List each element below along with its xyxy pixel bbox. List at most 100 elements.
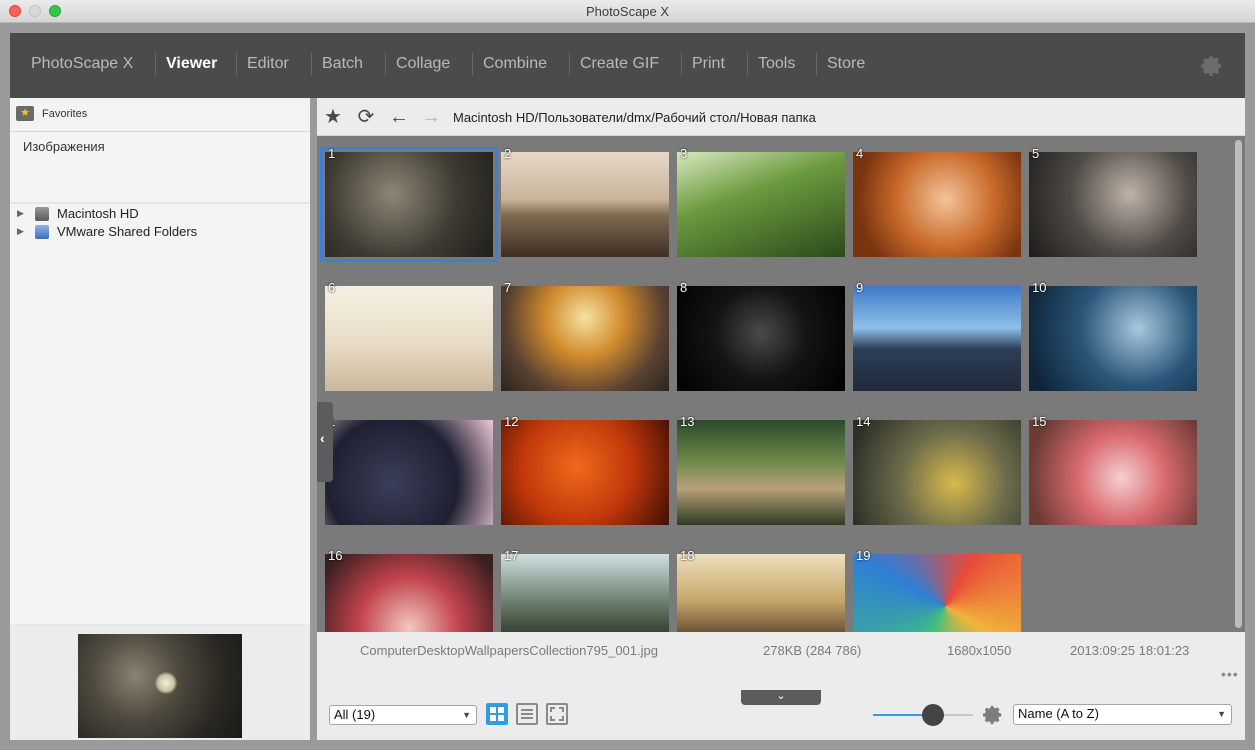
photo-thumbnail[interactable] [1029,152,1197,257]
menu-separator [311,53,312,75]
photo-thumbnail[interactable] [677,152,845,257]
app-window: PhotoScape X PhotoScape X Viewer Editor Bat… [0,0,1255,750]
photo-thumbnail[interactable] [677,554,845,632]
collapse-sidebar-button[interactable]: ‹ [317,402,333,482]
window-title: PhotoScape X [585,4,670,19]
preview-image [78,634,242,738]
bottom-toolbar: ⌄ All (19) ▼ Name (A to Z) ▼ [317,690,1245,740]
photo-thumbnail[interactable] [325,286,493,391]
grid-view-button[interactable] [486,703,508,725]
sidebar: ★ Favorites Изображения ▶ Macintosh HD ▶… [10,98,310,740]
photo-thumbnail[interactable] [325,420,493,525]
browser-toolbar: ★ ⟳ ← → Macintosh HD/Пользователи/dmx/Ра… [317,98,1245,136]
thumbnail-number: 10 [1032,280,1047,295]
menu-tab-batch[interactable]: Batch [322,33,363,98]
slider-knob[interactable] [922,704,944,726]
thumbnail-number: 15 [1032,414,1047,429]
thumbnail-number: 6 [328,280,336,295]
more-options-icon[interactable]: ••• [1221,666,1239,682]
chevron-left-icon: ‹ [320,430,325,446]
title-bar[interactable]: PhotoScape X [0,0,1255,23]
image-dimensions: 1680x1050 [947,643,1012,658]
photo-thumbnail[interactable] [501,152,669,257]
menu-tab-tools[interactable]: Tools [758,33,795,98]
photo-thumbnail[interactable] [853,286,1021,391]
menu-separator [385,53,386,75]
main-menu-bar: PhotoScape X Viewer Editor Batch Collage Comb… [10,33,1245,98]
favorites-header: ★ Favorites [10,98,310,132]
chevron-down-icon: ▼ [462,710,471,720]
thumbnail-number: 17 [504,548,519,563]
thumbnail-number: 14 [856,414,871,429]
photo-thumbnail[interactable] [853,420,1021,525]
photo-thumbnail[interactable] [325,554,493,632]
menu-separator [155,53,156,75]
fullscreen-view-button[interactable] [546,703,568,725]
favorites-title: Favorites [42,108,88,120]
preview-flower-shape [154,672,178,694]
photo-thumbnail[interactable] [320,147,498,262]
thumbnail-grid: 1234567891011213141516171819 [317,136,1245,632]
photo-thumbnail[interactable] [853,554,1021,632]
photo-thumbnail[interactable] [677,420,845,525]
list-view-icon [521,709,533,719]
photo-thumbnail[interactable] [1029,420,1197,525]
thumbnail-number: 8 [680,280,688,295]
file-size: 278KB (284 786) [763,643,862,658]
file-name: ComputerDesktopWallpapersCollection795_0… [360,643,658,658]
back-arrow-icon[interactable]: ← [388,106,410,128]
thumbnail-number: 13 [680,414,695,429]
tree-item-macintosh-hd[interactable]: ▶ Macintosh HD [10,206,310,224]
star-favorite-icon[interactable]: ★ [322,106,344,128]
fullscreen-icon [550,707,564,721]
menu-separator [747,53,748,75]
menu-tab-create-gif[interactable]: Create GIF [580,33,659,98]
preview-panel [10,625,310,740]
view-settings-gear-icon[interactable] [982,704,1004,726]
menu-tab-photoscape-x[interactable]: PhotoScape X [31,33,133,98]
expand-arrow-icon[interactable]: ▶ [17,208,24,219]
chevron-down-icon: ▼ [1217,709,1226,719]
refresh-icon[interactable]: ⟳ [355,106,377,128]
menu-separator [236,53,237,75]
app-frame: PhotoScape X Viewer Editor Batch Collage Comb… [0,23,1255,750]
filter-select[interactable]: All (19) ▼ [329,705,477,725]
settings-gear-icon[interactable] [1200,54,1224,78]
photo-thumbnail[interactable] [501,554,669,632]
folder-tree: ▶ Macintosh HD ▶ VMware Shared Folders [10,204,310,624]
tree-item-vmware-shared-folders[interactable]: ▶ VMware Shared Folders [10,224,310,242]
list-view-button[interactable] [516,703,538,725]
tree-item-label: VMware Shared Folders [57,224,198,239]
sort-select[interactable]: Name (A to Z) ▼ [1013,704,1232,725]
thumbnail-number: 4 [856,146,864,161]
menu-tab-print[interactable]: Print [692,33,725,98]
menu-tab-combine[interactable]: Combine [483,33,547,98]
favorite-item-images[interactable]: Изображения [23,139,105,154]
file-date: 2013:09:25 18:01:23 [1070,643,1190,658]
menu-tab-viewer[interactable]: Viewer [166,33,217,98]
thumbnail-number: 7 [504,280,512,295]
forward-arrow-icon[interactable]: → [420,106,442,128]
menu-tab-collage[interactable]: Collage [396,33,450,98]
photo-thumbnail[interactable] [501,286,669,391]
expand-arrow-icon[interactable]: ▶ [17,226,24,237]
thumbnail-number: 16 [328,548,343,563]
photo-thumbnail[interactable] [853,152,1021,257]
file-info-bar: ComputerDesktopWallpapersCollection795_0… [317,632,1245,690]
grid-view-icon [490,707,504,721]
grid-scrollbar[interactable] [1232,136,1245,632]
tree-item-label: Macintosh HD [57,206,139,221]
menu-separator [681,53,682,75]
grid-scroll-thumb[interactable] [1235,140,1242,628]
shared-folder-icon [35,225,49,239]
photo-thumbnail[interactable] [501,420,669,525]
menu-tab-store[interactable]: Store [827,33,865,98]
hard-drive-icon [35,207,49,221]
menu-tab-editor[interactable]: Editor [247,33,289,98]
photo-thumbnail[interactable] [1029,286,1197,391]
photo-thumbnail[interactable] [677,286,845,391]
thumbnail-number: 9 [856,280,864,295]
menu-separator [816,53,817,75]
expand-panel-chevron-icon[interactable]: ⌄ [741,690,821,705]
filter-select-value: All (19) [334,707,376,722]
